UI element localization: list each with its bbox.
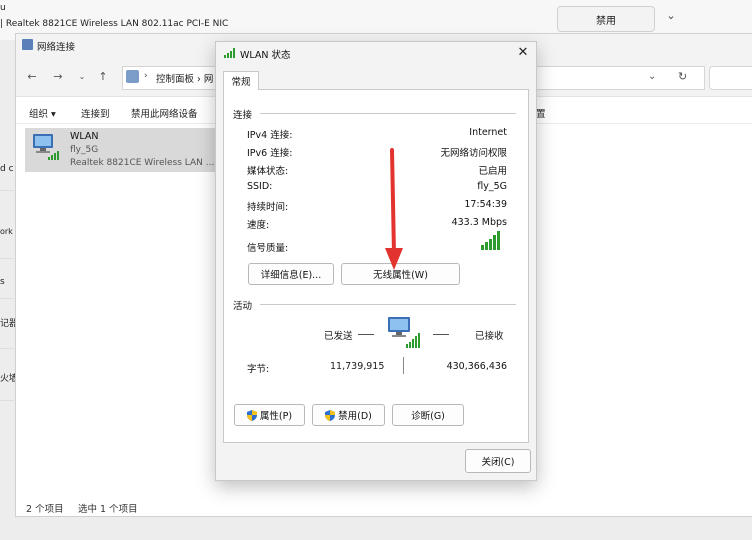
sent-line xyxy=(358,334,374,335)
signal-quality-label: 信号质量: xyxy=(247,243,289,254)
speed-value: 433.3 Mbps xyxy=(451,217,507,228)
breadcrumb-separator: › xyxy=(144,71,148,81)
ssid-label: SSID: xyxy=(247,181,273,192)
disable-device-button[interactable]: 禁用此网络设备 xyxy=(131,106,198,120)
signal-bars-icon xyxy=(481,231,500,250)
breadcrumb-control-panel[interactable]: 控制面板 › 网 xyxy=(156,71,213,85)
adapter-disable-button[interactable]: 禁用 xyxy=(557,6,655,32)
diagnose-button[interactable]: 诊断(G) xyxy=(392,404,464,426)
left-divider xyxy=(0,190,14,191)
duration-label: 持续时间: xyxy=(247,202,289,213)
connection-ssid: fly_5G xyxy=(70,145,99,155)
adapter-description: | Realtek 8821CE Wireless LAN 802.11ac P… xyxy=(0,19,229,29)
group-divider xyxy=(260,113,516,114)
ipv4-value: Internet xyxy=(469,127,507,138)
explorer-title: 网络连接 xyxy=(37,42,76,53)
duration-value: 17:54:39 xyxy=(464,199,507,210)
uac-shield-icon xyxy=(246,409,257,421)
left-divider xyxy=(0,348,14,349)
ipv4-label: IPv4 连接: xyxy=(247,130,293,141)
ipv6-value: 无网络访问权限 xyxy=(440,148,507,159)
network-folder-icon xyxy=(22,39,33,50)
activity-group-title: 活动 xyxy=(233,301,253,312)
received-label: 已接收 xyxy=(475,331,504,342)
connect-to-button[interactable]: 连接到 xyxy=(81,106,110,120)
organize-menu[interactable]: 组织 ▾ xyxy=(29,106,56,120)
ssid-value: fly_5G xyxy=(477,181,507,192)
left-divider xyxy=(0,258,14,259)
dialog-title: WLAN 状态 xyxy=(240,50,291,61)
close-button[interactable]: 关闭(C) xyxy=(465,449,531,473)
selected-count: 选中 1 个项目 xyxy=(78,504,138,515)
forward-arrow-icon[interactable]: → xyxy=(51,70,65,84)
annotation-arrow xyxy=(385,148,403,270)
bytes-received: 430,366,436 xyxy=(446,361,507,372)
sent-label: 已发送 xyxy=(324,331,353,342)
search-input[interactable] xyxy=(709,66,752,90)
back-arrow-icon[interactable]: ← xyxy=(25,70,39,84)
wlan-status-dialog: WLAN 状态 ✕ 常规 连接 IPv4 连接: Internet IPv6 连… xyxy=(215,41,537,481)
up-arrow-icon[interactable]: ↑ xyxy=(96,70,110,84)
network-computer-icon xyxy=(33,134,59,160)
uac-shield-icon xyxy=(325,409,336,421)
address-dropdown-icon[interactable]: ⌄ xyxy=(648,71,656,82)
item-count: 2 个项目 xyxy=(26,504,64,515)
group-divider xyxy=(260,304,516,305)
refresh-icon[interactable]: ↻ xyxy=(678,70,687,83)
connection-name: WLAN xyxy=(70,131,99,142)
chevron-down-icon[interactable]: ⌄ xyxy=(664,9,678,23)
network-computer-icon xyxy=(388,317,420,348)
left-divider xyxy=(0,400,14,401)
media-state-label: 媒体状态: xyxy=(247,166,289,177)
signal-bars-icon xyxy=(224,48,235,58)
bytes-sent: 11,739,915 xyxy=(330,361,385,372)
ipv6-label: IPv6 连接: xyxy=(247,148,293,159)
left-fragment-1: d c xyxy=(0,164,14,174)
recent-chevron-icon[interactable]: ⌄ xyxy=(75,70,89,84)
left-divider xyxy=(0,298,14,299)
details-button[interactable]: 详细信息(E)... xyxy=(248,263,334,285)
command-fragment[interactable]: 置 xyxy=(536,106,546,120)
left-fragment-3: s xyxy=(0,277,5,287)
properties-button-label: 属性(P) xyxy=(259,411,293,422)
speed-label: 速度: xyxy=(247,220,270,231)
connection-group-title: 连接 xyxy=(233,110,253,121)
connection-description: Realtek 8821CE Wireless LAN ... xyxy=(70,158,215,168)
tab-general[interactable]: 常规 xyxy=(223,71,259,90)
bytes-label: 字节: xyxy=(247,364,270,375)
control-panel-icon xyxy=(126,70,139,83)
bytes-divider xyxy=(403,357,404,374)
properties-button[interactable]: 属性(P) xyxy=(234,404,305,426)
disable-button[interactable]: 禁用(D) xyxy=(312,404,385,426)
settings-title-fragment: u xyxy=(0,3,6,13)
close-icon[interactable]: ✕ xyxy=(516,45,530,60)
received-line xyxy=(433,334,449,335)
disable-button-label: 禁用(D) xyxy=(338,411,372,422)
media-state-value: 已启用 xyxy=(478,166,507,177)
